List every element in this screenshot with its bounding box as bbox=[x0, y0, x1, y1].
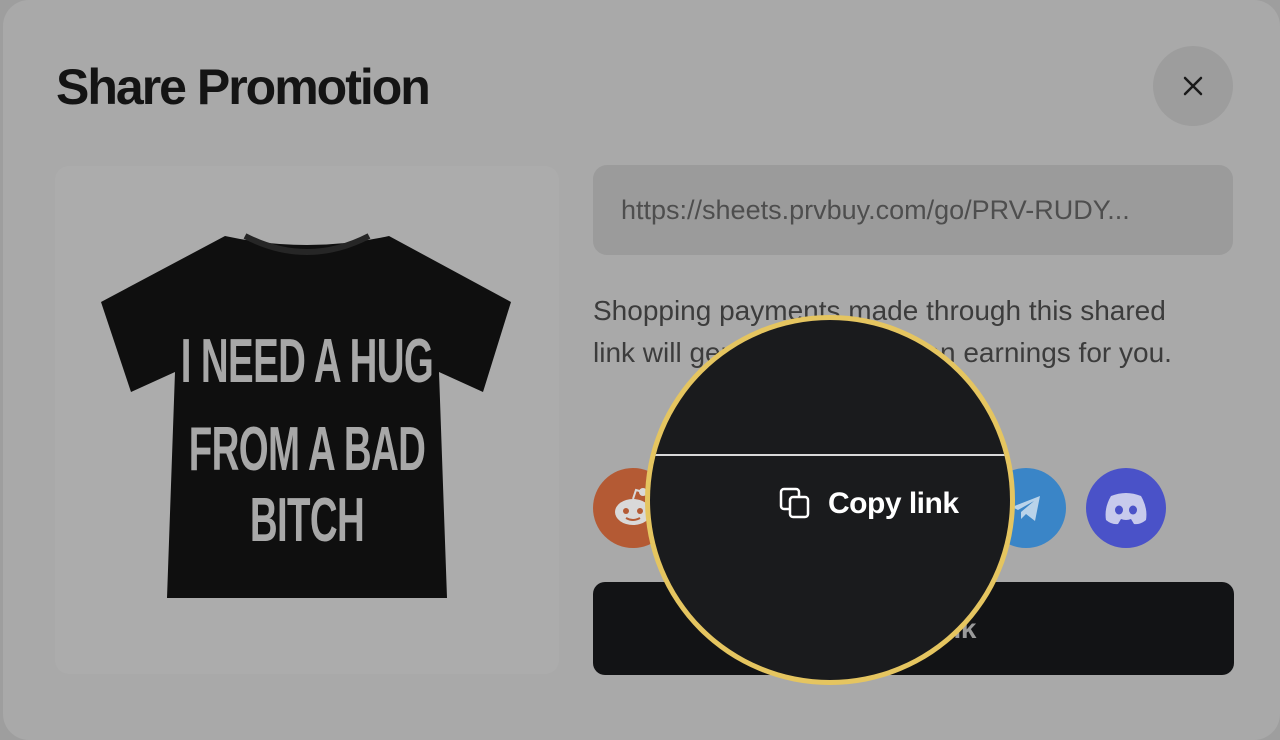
discord-icon bbox=[1105, 493, 1147, 525]
product-image: I NEED A HUG FROM A BAD BITCH bbox=[55, 166, 559, 674]
magnifier-callout: Copy link bbox=[650, 320, 1010, 680]
share-promotion-modal: Share Promotion I NEED A HUG FROM A BAD … bbox=[3, 0, 1280, 740]
share-link-field[interactable]: https://sheets.prvbuy.com/go/PRV-RUDY... bbox=[593, 165, 1233, 255]
telegram-icon bbox=[1012, 496, 1040, 521]
modal-title: Share Promotion bbox=[56, 59, 431, 115]
magnifier-divider bbox=[650, 454, 1010, 456]
close-button[interactable] bbox=[1153, 46, 1233, 126]
copy-link-label: Copy link bbox=[828, 487, 959, 520]
magnified-copy-link[interactable]: Copy link bbox=[778, 486, 959, 522]
shirt-text-line2: FROM A BAD BITCH bbox=[188, 415, 426, 555]
copy-icon bbox=[779, 487, 810, 519]
discord-share-button[interactable] bbox=[1086, 468, 1166, 548]
close-icon bbox=[1183, 76, 1203, 96]
shirt-text-line1: I NEED A HUG bbox=[180, 327, 434, 396]
